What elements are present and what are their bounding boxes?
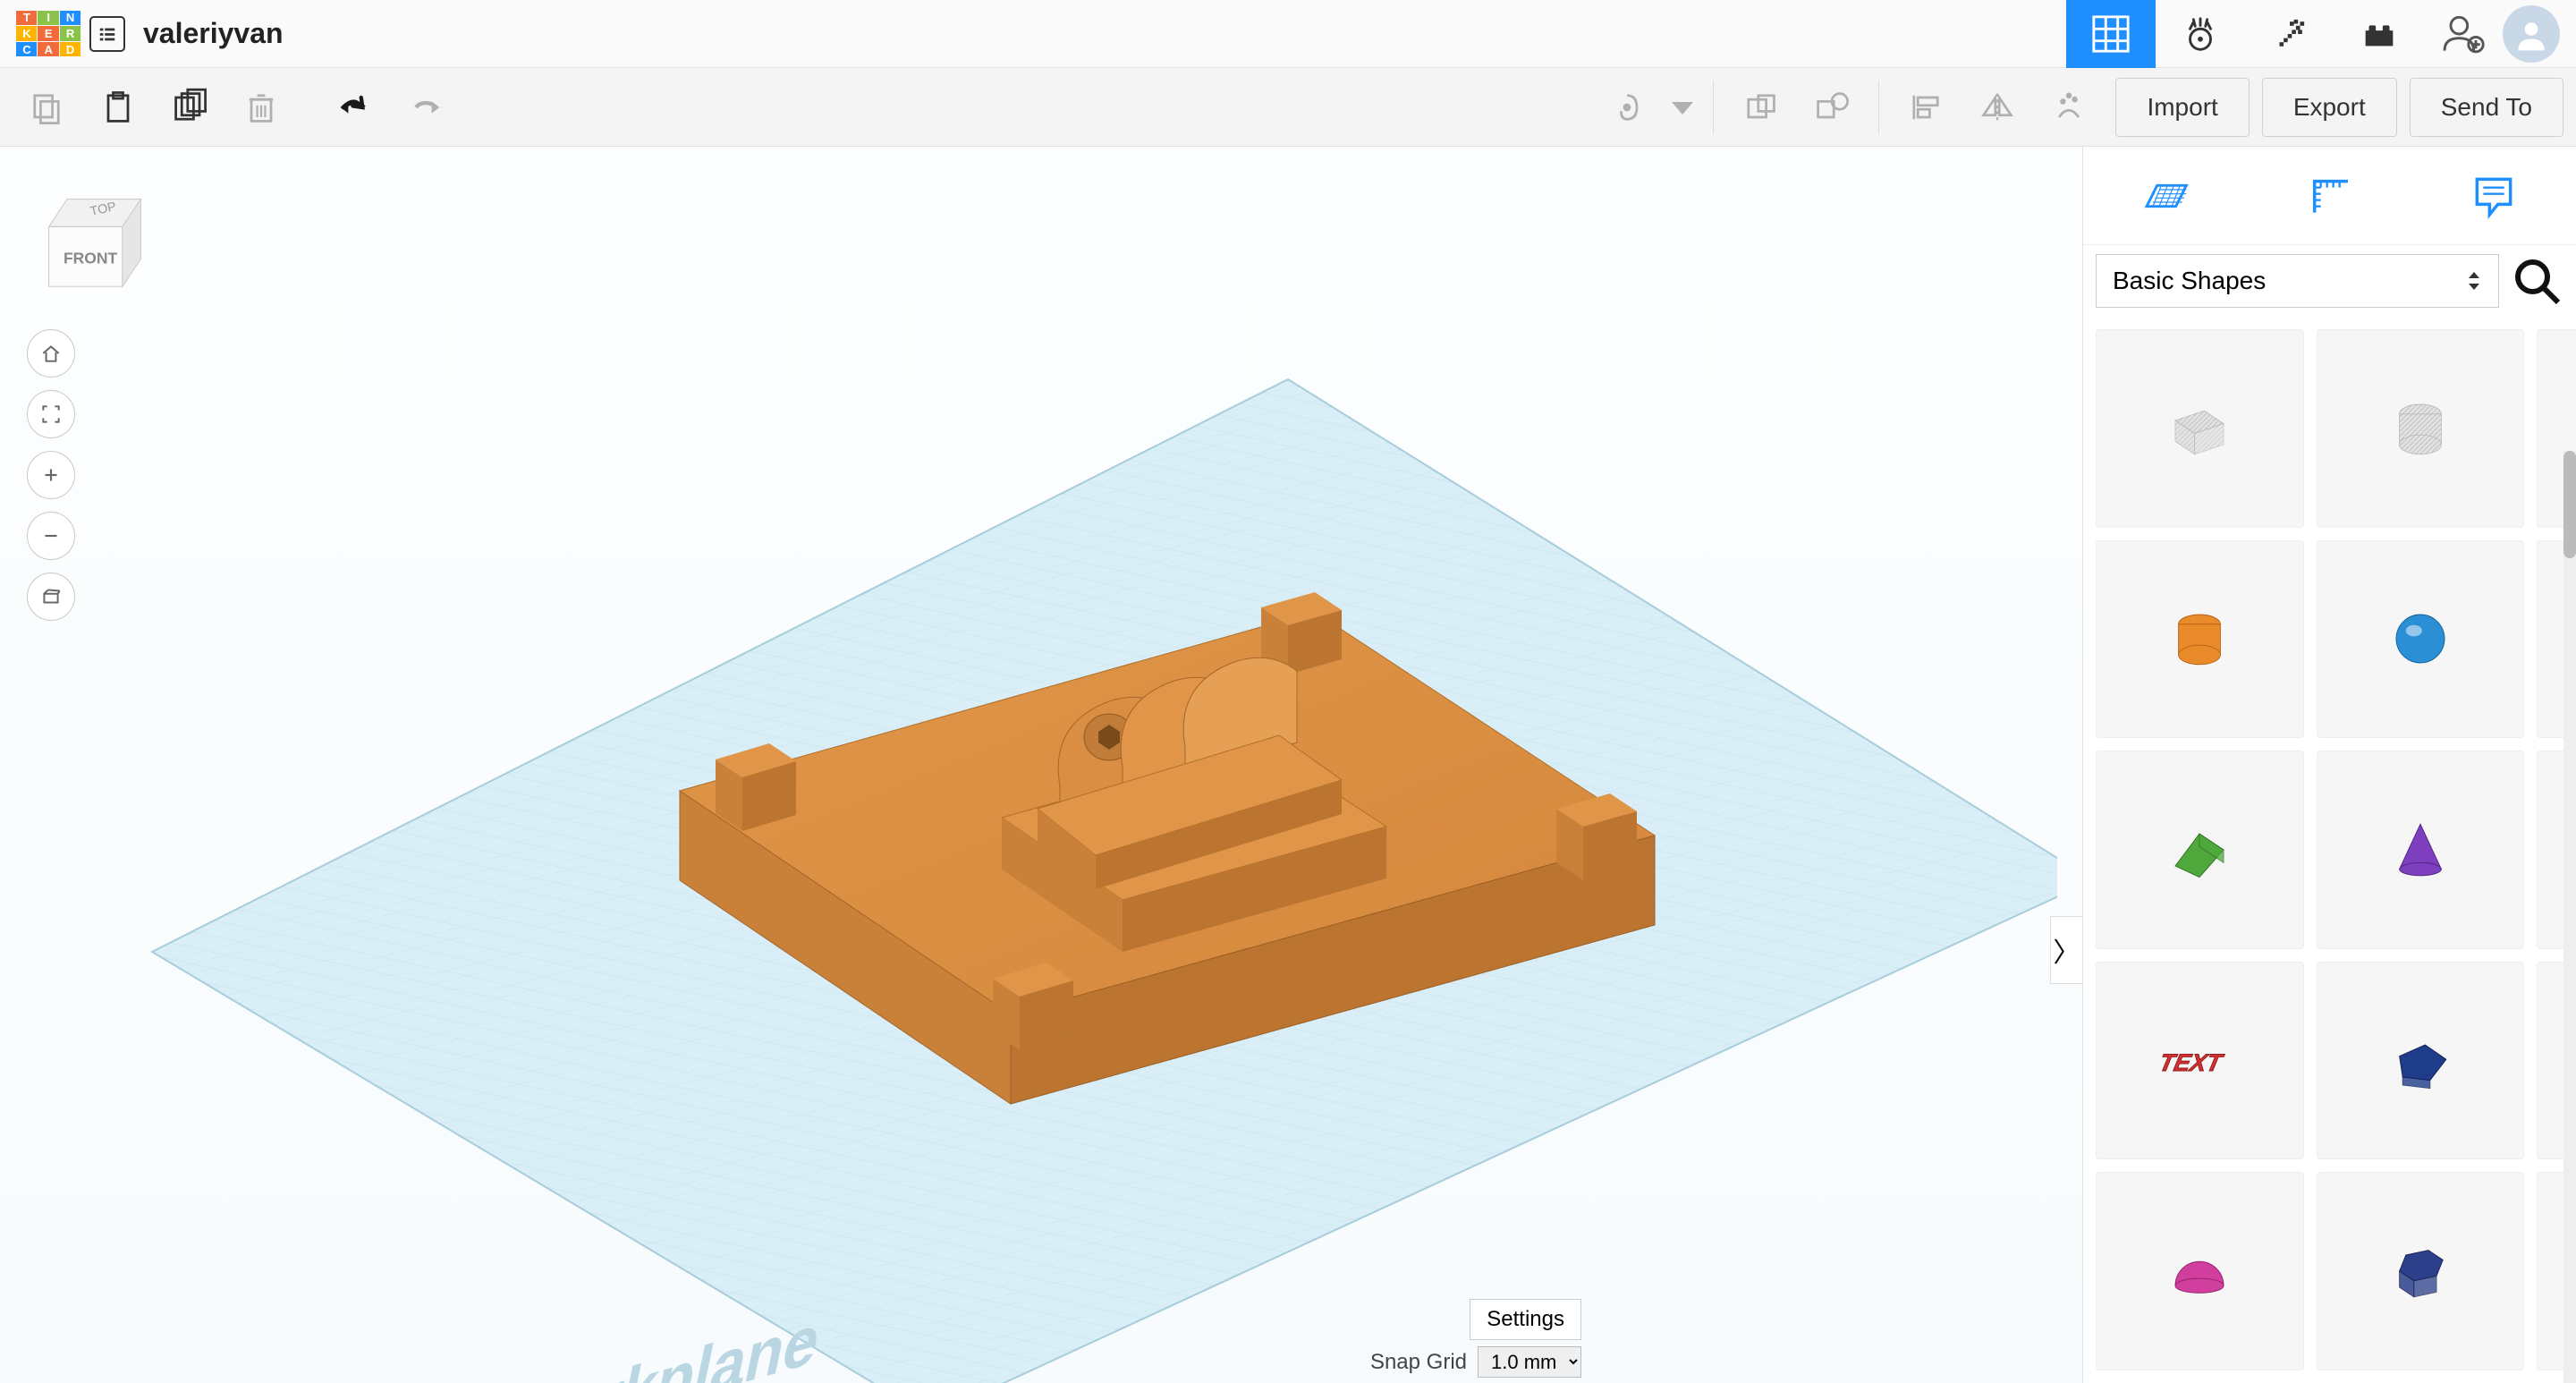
invite-user-button[interactable] bbox=[2438, 9, 2488, 59]
shape-category-select[interactable]: Basic Shapes bbox=[2096, 254, 2499, 308]
notes-tool[interactable] bbox=[2458, 160, 2529, 232]
shape-cone[interactable] bbox=[2317, 751, 2525, 949]
shape-cylinder[interactable] bbox=[2096, 540, 2304, 739]
blocks-button[interactable] bbox=[2245, 0, 2334, 79]
user-avatar[interactable] bbox=[2503, 5, 2560, 63]
editor-3d-button[interactable] bbox=[2066, 0, 2156, 79]
snap-grid-select[interactable]: 1.0 mm bbox=[1478, 1346, 1581, 1378]
design-list-button[interactable] bbox=[89, 16, 125, 52]
visibility-dropdown[interactable] bbox=[1665, 73, 1700, 141]
shape-roof[interactable] bbox=[2096, 751, 2304, 949]
export-button[interactable]: Export bbox=[2262, 78, 2397, 137]
app-header: TINKERCAD valeriyvan bbox=[0, 0, 2576, 68]
shape-half-sphere[interactable] bbox=[2096, 1172, 2304, 1370]
shape-sphere[interactable] bbox=[2317, 540, 2525, 739]
delete-button[interactable] bbox=[227, 73, 295, 141]
paste-button[interactable] bbox=[84, 73, 152, 141]
workplane-scene: Workplane bbox=[89, 263, 2057, 1383]
workplane-tool[interactable] bbox=[2130, 160, 2201, 232]
cruise-button[interactable] bbox=[2035, 73, 2103, 141]
undo-button[interactable] bbox=[320, 73, 388, 141]
zoom-in-button[interactable] bbox=[27, 451, 75, 499]
3d-canvas[interactable]: TOP FRONT bbox=[0, 147, 2082, 1383]
visibility-button[interactable] bbox=[1593, 73, 1661, 141]
panel-collapse-handle[interactable]: 〉 bbox=[2050, 916, 2082, 984]
mirror-button[interactable] bbox=[1963, 73, 2031, 141]
snap-grid-control: Snap Grid 1.0 mm bbox=[1370, 1346, 1581, 1378]
shape-hex-prism[interactable] bbox=[2317, 1172, 2525, 1370]
sim-button[interactable] bbox=[2156, 0, 2245, 79]
shapes-panel: Basic Shapes TEXT bbox=[2082, 147, 2576, 1383]
panel-scrollbar[interactable] bbox=[2563, 451, 2576, 1383]
zoom-out-button[interactable] bbox=[27, 512, 75, 560]
import-button[interactable]: Import bbox=[2115, 78, 2249, 137]
shape-search-button[interactable] bbox=[2510, 254, 2563, 308]
tinkercad-logo[interactable]: TINKERCAD bbox=[16, 11, 80, 57]
brick-button[interactable] bbox=[2334, 0, 2424, 79]
align-button[interactable] bbox=[1892, 73, 1960, 141]
sendto-button[interactable]: Send To bbox=[2410, 78, 2563, 137]
fit-view-button[interactable] bbox=[27, 390, 75, 438]
home-view-button[interactable] bbox=[27, 329, 75, 378]
shape-polygon[interactable] bbox=[2317, 962, 2525, 1160]
shape-box-hole[interactable] bbox=[2096, 329, 2304, 528]
workplane-settings-button[interactable]: Settings bbox=[1470, 1299, 1581, 1340]
ruler-tool[interactable] bbox=[2293, 160, 2365, 232]
ortho-button[interactable] bbox=[27, 573, 75, 621]
redo-button[interactable] bbox=[392, 73, 460, 141]
design-name[interactable]: valeriyvan bbox=[143, 17, 284, 50]
ungroup-button[interactable] bbox=[1798, 73, 1866, 141]
duplicate-button[interactable] bbox=[156, 73, 224, 141]
toolbar: Import Export Send To bbox=[0, 68, 2576, 147]
shape-cylinder-hole[interactable] bbox=[2317, 329, 2525, 528]
copy-button[interactable] bbox=[13, 73, 80, 141]
group-button[interactable] bbox=[1726, 73, 1794, 141]
svg-text:TEXT: TEXT bbox=[2159, 1048, 2226, 1076]
shape-text[interactable]: TEXT bbox=[2096, 962, 2304, 1160]
snap-grid-label: Snap Grid bbox=[1370, 1350, 1467, 1375]
